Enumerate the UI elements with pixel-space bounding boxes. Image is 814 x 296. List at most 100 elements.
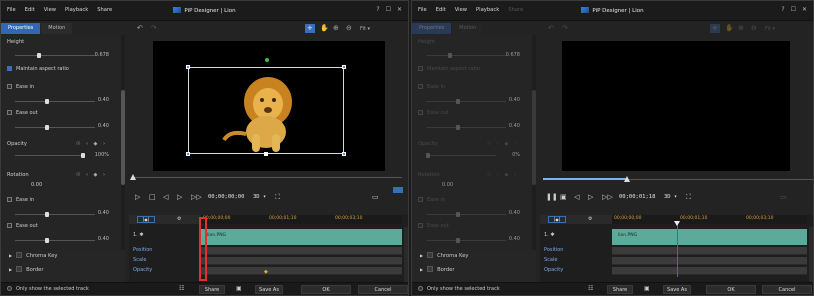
pin-icon[interactable]: ✱ [550,232,554,238]
timeline-ruler[interactable]: 00;00;00;00 00;00;01;10 00;00;03;10 [612,215,807,224]
playhead-highlight[interactable] [199,217,207,281]
properties-scrollbar[interactable] [532,35,536,284]
playhead-marker[interactable] [674,221,680,226]
maintain-aspect-row[interactable]: Maintain aspect ratio [418,64,526,74]
settings-icon[interactable]: ⚙ [177,216,181,222]
zoom-out-icon[interactable]: ⊖ [346,24,352,32]
select-tool-icon[interactable]: ✛ [710,24,720,33]
fullscreen-icon[interactable]: ⛶ [275,193,280,202]
tab-motion[interactable]: Motion [452,23,484,34]
timecode[interactable]: 00;00;01;18 [619,194,655,200]
scrub-thumb[interactable] [624,176,630,182]
cancel-button[interactable]: Cancel [358,285,408,294]
help-button[interactable]: ? [376,6,379,13]
chroma-key-checkbox[interactable] [16,252,23,258]
resize-handle-tl[interactable] [186,65,190,69]
rotation-ease-out-row[interactable]: Ease out [7,221,115,231]
fast-forward-icon[interactable]: ▷▷ [191,193,202,201]
play-icon[interactable]: ▷ [135,193,140,201]
ease-out-checkbox[interactable] [418,110,423,115]
hand-tool-icon[interactable]: ✋ [725,24,734,32]
resize-handle-br[interactable] [342,152,346,156]
hand-tool-icon[interactable]: ✋ [320,24,329,32]
scrub-thumb[interactable] [130,174,136,180]
position-keyframe-lane[interactable] [612,247,807,255]
expand-icon[interactable]: ▶ [420,253,423,258]
rotation-handle[interactable] [265,58,269,62]
rotation-keyframe-controls[interactable]: ☉ ‹ ◆ › [487,170,518,180]
share-icon[interactable]: ☷ [588,285,593,292]
fullscreen-icon[interactable]: ⛶ [686,193,691,202]
border-checkbox[interactable] [427,266,434,272]
scale-keyframe-lane[interactable] [201,257,402,265]
expand-icon[interactable]: ▶ [9,267,12,272]
rotation-ease-out-row[interactable]: Ease out [418,221,526,231]
border-item[interactable]: ▶ Border [420,264,454,276]
zoom-in-icon[interactable]: ⊕ [333,24,339,32]
ease-out-row[interactable]: Ease out [418,108,526,118]
scrollbar-thumb[interactable] [121,90,125,185]
tab-motion[interactable]: Motion [41,23,73,34]
opacity-keyframe-marker[interactable]: ◆ [264,269,268,275]
share-button[interactable]: Share [607,285,633,294]
undo-icon[interactable]: ↶ [548,24,554,32]
snapshot-icon[interactable]: ▭ [780,193,787,201]
zoom-out-icon[interactable]: ⊖ [751,24,757,32]
previous-frame-icon[interactable]: ◁ [163,193,168,201]
resize-handle-bottom[interactable] [264,152,268,156]
close-button[interactable]: ✕ [397,6,402,13]
timeline-scrollbar[interactable] [404,227,408,283]
redo-icon[interactable]: ↷ [151,24,157,32]
pause-icon[interactable]: ❚❚ [546,193,558,201]
cancel-button[interactable]: Cancel [762,285,812,294]
save-icon[interactable]: ▣ [236,285,242,292]
opacity-keyframe-controls[interactable]: ☉ ‹ ◆ › [487,139,518,149]
ease-in-row[interactable]: Ease in [418,82,526,92]
lion-clip[interactable]: lion.PNG [612,229,807,245]
expand-icon[interactable]: ▶ [420,267,423,272]
scrollbar-thumb[interactable] [532,90,536,185]
ease-in-row[interactable]: Ease in [7,82,115,92]
playhead[interactable] [677,221,678,277]
timeline-ruler[interactable]: 00;00;00;00 00;00;01;10 00;00;03;10 [201,215,402,224]
fit-dropdown[interactable]: Fit ▾ [765,26,775,32]
border-item[interactable]: ▶ Border [9,264,43,276]
opacity-keyframe-controls[interactable]: ☉ ‹ ◆ › [76,139,107,149]
help-button[interactable]: ? [781,6,784,13]
undo-icon[interactable]: ↶ [137,24,143,32]
next-frame-icon[interactable]: ▷ [588,193,593,201]
track-toggle-button[interactable]: [◉] [137,216,155,223]
chroma-key-item[interactable]: ▶ Chroma Key [9,250,57,262]
close-button[interactable]: ✕ [802,6,807,13]
position-keyframe-lane[interactable] [201,247,402,255]
border-checkbox[interactable] [16,266,23,272]
previous-frame-icon[interactable]: ◁ [574,193,579,201]
ease-in-checkbox[interactable] [418,84,423,89]
maintain-aspect-checkbox[interactable] [418,66,423,71]
pin-icon[interactable]: ✱ [139,232,143,238]
video-preview[interactable] [562,41,790,171]
select-tool-icon[interactable]: ✛ [305,24,315,33]
properties-scrollbar[interactable] [121,35,125,284]
settings-icon[interactable]: ⚙ [588,216,592,222]
scale-keyframe-lane[interactable] [612,257,807,265]
ok-button[interactable]: OK [706,285,756,294]
zoom-in-icon[interactable]: ⊕ [738,24,744,32]
maximize-button[interactable]: ☐ [791,6,796,13]
save-as-button[interactable]: Save As [255,285,283,294]
selection-box[interactable] [188,67,344,154]
fast-forward-icon[interactable]: ▷▷ [602,193,613,201]
share-button[interactable]: Share [199,285,225,294]
rotation-ease-out-checkbox[interactable] [7,223,12,228]
expand-icon[interactable]: ▶ [9,253,12,258]
track-toggle-button[interactable]: [◉] [548,216,566,223]
scrub-bar[interactable] [132,177,402,178]
tab-properties[interactable]: Properties [1,23,41,34]
timecode[interactable]: 00;00;00;00 [208,194,244,200]
rotation-ease-in-checkbox[interactable] [7,197,12,202]
only-selected-checkbox[interactable] [418,286,423,291]
ease-out-checkbox[interactable] [7,110,12,115]
next-frame-icon[interactable]: ▷ [177,193,182,201]
snapshot-icon[interactable]: ▭ [372,193,379,201]
3d-mode-dropdown[interactable]: 3D ▾ [253,194,266,200]
